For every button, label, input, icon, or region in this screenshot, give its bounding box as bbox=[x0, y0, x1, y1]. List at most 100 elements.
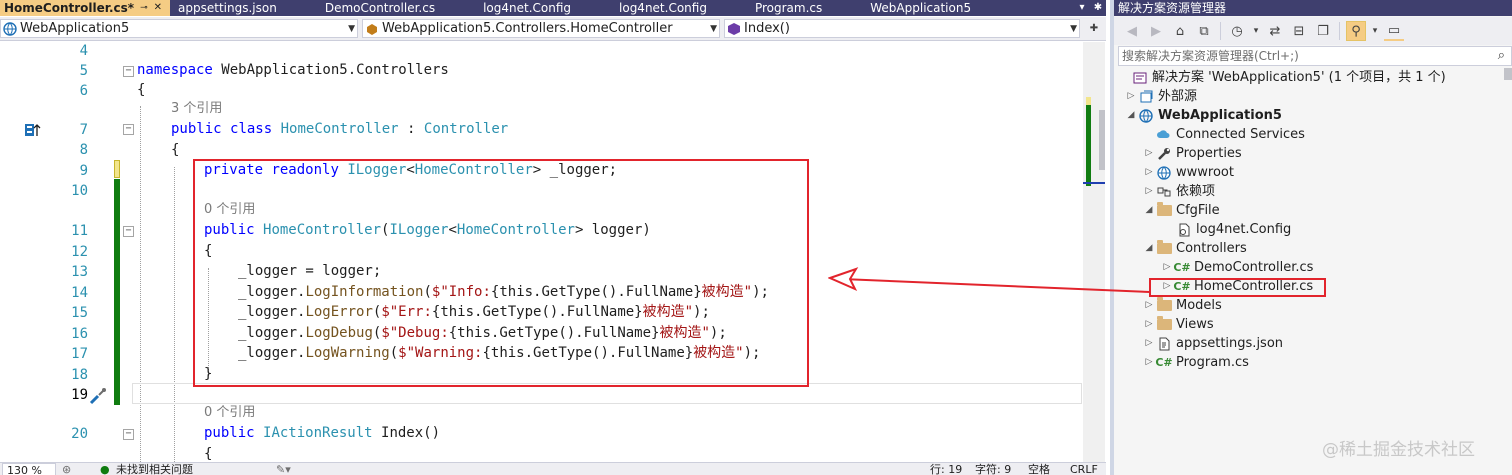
sync-icon[interactable]: ⇄ bbox=[1265, 21, 1285, 41]
code-editor[interactable]: HomeController.cs* ⊸ ✕ appsettings.json … bbox=[0, 0, 1106, 475]
project-dropdown[interactable]: WebApplication5 ▼ bbox=[0, 19, 358, 38]
tree-item-solution[interactable]: 解决方案 'WebApplication5' (1 个项目，共 1 个) bbox=[1118, 68, 1446, 87]
annotation-arrow bbox=[828, 267, 1150, 293]
expand-icon[interactable]: ▷ bbox=[1124, 87, 1138, 106]
preview-selected-items-icon[interactable]: ▭ bbox=[1384, 21, 1404, 41]
web-project-icon bbox=[3, 21, 17, 36]
code-token: Index() bbox=[372, 425, 441, 441]
tree-item-external-sources[interactable]: ▷ 外部源 bbox=[1124, 87, 1197, 106]
line-number: 11 bbox=[71, 223, 88, 239]
code-line-20: public IActionResult Index() bbox=[204, 423, 440, 443]
expand-icon[interactable]: ▷ bbox=[1142, 315, 1156, 334]
expand-icon[interactable]: ▷ bbox=[1142, 144, 1156, 163]
collapse-all-icon[interactable]: ⊟ bbox=[1289, 21, 1309, 41]
scrollbar-caret-marker bbox=[1083, 182, 1105, 184]
expand-icon[interactable]: ▷ bbox=[1142, 353, 1156, 372]
tab-appsettings[interactable]: appsettings.json bbox=[170, 0, 285, 16]
vertical-scrollbar[interactable] bbox=[1083, 42, 1105, 462]
line-number: 14 bbox=[71, 285, 88, 301]
cloud-services-icon bbox=[1156, 127, 1172, 143]
tree-item-project[interactable]: ◢ WebApplication5 bbox=[1124, 106, 1282, 125]
whitespace-indicator[interactable]: 空格 bbox=[1028, 463, 1050, 475]
code-line-6: { bbox=[137, 80, 145, 100]
expand-icon[interactable]: ▷ bbox=[1142, 296, 1156, 315]
code-token: IActionResult bbox=[263, 425, 373, 441]
tree-item-log4net-config[interactable]: log4net.Config bbox=[1176, 220, 1291, 239]
tree-item-democontroller[interactable]: ▷ C# DemoController.cs bbox=[1160, 258, 1314, 277]
line-indicator[interactable]: 行: 19 bbox=[930, 463, 962, 475]
solution-search-input[interactable]: 搜索解决方案资源管理器(Ctrl+;) ⌕ bbox=[1118, 46, 1512, 66]
tree-scrollbar-thumb[interactable] bbox=[1504, 68, 1512, 80]
tree-item-label: DemoController.cs bbox=[1194, 260, 1314, 275]
collapse-icon[interactable]: − bbox=[123, 226, 134, 237]
tab-homecontroller[interactable]: HomeController.cs* ⊸ ✕ bbox=[0, 0, 171, 16]
switch-views-icon[interactable]: ⧉ bbox=[1194, 21, 1214, 41]
navigation-bar: WebApplication5 ▼ WebApplication5.Contro… bbox=[0, 17, 1106, 41]
csharp-file-icon: C# bbox=[1173, 261, 1191, 274]
tree-item-label: Properties bbox=[1176, 146, 1242, 161]
expand-icon[interactable]: ▷ bbox=[1142, 334, 1156, 353]
line-number: 7 bbox=[79, 122, 88, 138]
zoom-dropdown[interactable]: 130 % bbox=[2, 463, 56, 475]
line-number: 9 bbox=[79, 163, 88, 179]
quick-actions-brush-icon[interactable] bbox=[88, 386, 108, 406]
collapse-icon[interactable]: ◢ bbox=[1142, 239, 1156, 258]
settings-gear-icon[interactable]: ✱ bbox=[1090, 0, 1106, 16]
tab-webapplication5[interactable]: WebApplication5 bbox=[830, 0, 979, 16]
codelens-references[interactable]: 3 个引用 bbox=[171, 99, 222, 119]
tree-item-cfgfile[interactable]: ◢ CfgFile bbox=[1142, 201, 1220, 220]
tree-item-controllers[interactable]: ◢ Controllers bbox=[1142, 239, 1247, 258]
collapse-icon[interactable]: − bbox=[123, 429, 134, 440]
tree-item-models[interactable]: ▷ Models bbox=[1142, 296, 1222, 315]
track-active-item-icon[interactable]: ⚲ bbox=[1346, 21, 1366, 41]
change-bar-saved bbox=[114, 179, 120, 405]
pending-changes-filter-icon[interactable]: ◷ bbox=[1227, 21, 1247, 41]
issues-status[interactable]: 未找到相关问题 bbox=[116, 463, 193, 475]
line-number: 16 bbox=[71, 326, 88, 342]
inheritance-glyph-icon[interactable] bbox=[24, 122, 42, 138]
split-add-icon[interactable]: ✚ bbox=[1086, 21, 1102, 37]
scrollbar-thumb[interactable] bbox=[1099, 110, 1105, 170]
tab-log4net-config[interactable]: log4net.Config bbox=[443, 0, 579, 16]
collapse-icon[interactable]: ◢ bbox=[1124, 106, 1138, 125]
search-icon[interactable]: ⌕ bbox=[1498, 47, 1505, 65]
folder-icon bbox=[1156, 240, 1172, 257]
tree-item-program[interactable]: ▷ C# Program.cs bbox=[1142, 353, 1249, 372]
tree-item-appsettings[interactable]: ▷ appsettings.json bbox=[1142, 334, 1284, 353]
tree-item-properties[interactable]: ▷ Properties bbox=[1142, 144, 1242, 163]
line-number: 10 bbox=[71, 183, 88, 199]
tree-item-wwwroot[interactable]: ▷ wwwroot bbox=[1142, 163, 1234, 182]
editor-status-bar: 130 % ⊛ ● 未找到相关问题 ✎▾ 行: 19 字符: 9 空格 CRLF bbox=[0, 462, 1106, 475]
tab-log4net-config-2[interactable]: log4net.Config bbox=[579, 0, 715, 16]
pin-icon[interactable]: ⊸ bbox=[140, 1, 148, 15]
tree-item-dependencies[interactable]: ▷ 依赖项 bbox=[1142, 182, 1215, 201]
close-icon[interactable]: ✕ bbox=[154, 1, 162, 15]
tree-item-connected-services[interactable]: Connected Services bbox=[1142, 125, 1305, 144]
tree-item-views[interactable]: ▷ Views bbox=[1142, 315, 1214, 334]
line-number-current: 19 bbox=[71, 387, 88, 403]
intellicode-icon[interactable]: ⊛ bbox=[62, 463, 71, 475]
brush-icon[interactable]: ✎▾ bbox=[276, 463, 291, 475]
class-dropdown[interactable]: WebApplication5.Controllers.HomeControll… bbox=[362, 19, 720, 38]
char-indicator[interactable]: 字符: 9 bbox=[975, 463, 1011, 475]
highlight-annotation-box bbox=[1149, 278, 1326, 297]
line-ending-indicator[interactable]: CRLF bbox=[1070, 463, 1098, 475]
tab-overflow-dropdown-icon[interactable]: ▾ bbox=[1074, 0, 1090, 16]
expand-icon[interactable]: ▷ bbox=[1160, 258, 1174, 277]
collapse-icon[interactable]: ◢ bbox=[1142, 201, 1156, 220]
collapse-icon[interactable]: − bbox=[123, 124, 134, 135]
expand-icon[interactable]: ▷ bbox=[1142, 163, 1156, 182]
expand-icon[interactable]: ▷ bbox=[1142, 182, 1156, 201]
tab-program[interactable]: Program.cs bbox=[715, 0, 830, 16]
forward-icon[interactable]: ▶ bbox=[1146, 21, 1166, 41]
tab-democontroller[interactable]: DemoController.cs bbox=[285, 0, 443, 16]
show-all-files-icon[interactable]: ❐ bbox=[1313, 21, 1333, 41]
collapse-icon[interactable]: − bbox=[123, 66, 134, 77]
member-dropdown[interactable]: Index() ▼ bbox=[724, 19, 1080, 38]
home-icon[interactable]: ⌂ bbox=[1170, 21, 1190, 41]
codelens-references[interactable]: 0 个引用 bbox=[204, 403, 255, 423]
back-icon[interactable]: ◀ bbox=[1122, 21, 1142, 41]
chevron-down-icon[interactable]: ▾ bbox=[1251, 21, 1261, 41]
code-token: HomeController bbox=[280, 121, 399, 137]
chevron-down-icon[interactable]: ▾ bbox=[1370, 21, 1380, 41]
